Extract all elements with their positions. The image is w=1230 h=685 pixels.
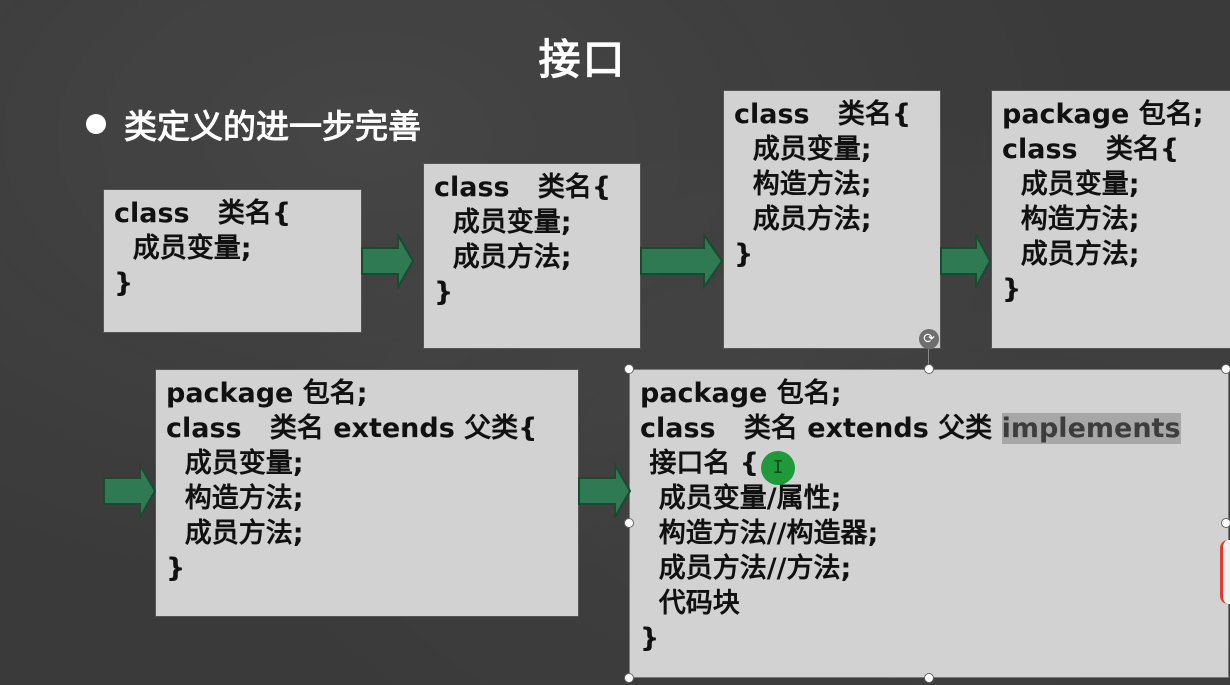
code-line: 构造方法; xyxy=(734,169,872,200)
class-box-5[interactable]: package 包名; class 类名 extends 父类{ 成员变量; 构… xyxy=(155,369,579,617)
class-box-1[interactable]: class 类名{ 成员变量; } xyxy=(103,189,362,333)
code-line: } xyxy=(434,277,454,308)
class-box-2[interactable]: class 类名{ 成员变量; 成员方法; } xyxy=(423,163,641,349)
code-line: } xyxy=(1002,274,1022,305)
code-line: } xyxy=(734,239,754,270)
code-line: 代码块 xyxy=(640,588,740,619)
code-line: class 类名 extends 父类 implements xyxy=(640,411,1218,446)
code-line: 成员变量; xyxy=(434,207,572,238)
code-line: 构造方法; xyxy=(1002,204,1140,235)
code-line: package 包名; xyxy=(1002,99,1204,130)
resize-handle-top-right[interactable] xyxy=(1221,364,1230,374)
code-line: 成员方法; xyxy=(166,518,304,549)
slide-title: 接口 xyxy=(538,35,627,84)
code-line: class 类名{ xyxy=(434,172,612,203)
text-cursor-icon: I xyxy=(761,451,795,485)
code-line: } xyxy=(640,623,660,654)
rotate-handle-icon[interactable]: ⟳ xyxy=(919,329,939,349)
arrow-right-icon xyxy=(640,233,724,289)
code-line: 成员方法; xyxy=(734,204,872,235)
code-line: class 类名{ xyxy=(734,99,912,130)
bullet-point: 类定义的进一步完善 xyxy=(86,100,421,148)
code-line: 成员方法//方法; xyxy=(640,553,852,584)
code-line: class 类名{ xyxy=(1002,134,1180,165)
resize-handle-middle-right[interactable] xyxy=(1221,518,1230,528)
code-line: class 类名{ xyxy=(114,198,292,229)
code-line-prefix: class 类名 extends 父类 xyxy=(640,413,1002,444)
code-line: package 包名; xyxy=(640,378,842,409)
arrow-right-icon xyxy=(940,234,992,288)
code-line: 成员方法; xyxy=(1002,239,1140,270)
class-box-4[interactable]: package 包名; class 类名{ 成员变量; 构造方法; 成员方法; … xyxy=(991,90,1230,349)
resize-handle-middle-left[interactable] xyxy=(624,518,634,528)
bullet-text: 类定义的进一步完善 xyxy=(124,107,421,146)
arrow-right-icon xyxy=(578,463,632,519)
arrow-right-icon xyxy=(103,463,157,519)
resize-handle-top-middle[interactable] xyxy=(924,364,934,374)
code-line: 成员变量; xyxy=(1002,169,1140,200)
implements-keyword[interactable]: implements xyxy=(1001,413,1181,444)
bullet-dot-icon xyxy=(86,114,106,134)
class-box-3[interactable]: class 类名{ 成员变量; 构造方法; 成员方法; } xyxy=(723,90,941,349)
code-line: } xyxy=(166,553,186,584)
code-line: package 包名; xyxy=(166,378,368,409)
arrow-right-icon xyxy=(361,233,415,289)
code-line: 成员变量; xyxy=(734,134,872,165)
code-line: 成员变量; xyxy=(114,233,252,264)
resize-handle-top-left[interactable] xyxy=(624,364,634,374)
code-line: 成员方法; xyxy=(434,242,572,273)
code-line: 构造方法//构造器; xyxy=(640,518,879,549)
code-line: 成员变量/属性; xyxy=(640,483,842,514)
code-line: class 类名 extends 父类{ xyxy=(166,413,538,444)
side-panel-tab[interactable] xyxy=(1220,540,1230,604)
code-line: } xyxy=(114,268,134,299)
interface-class-box[interactable]: package 包名; class 类名 extends 父类 implemen… xyxy=(630,370,1228,677)
resize-handle-bottom-left[interactable] xyxy=(624,673,634,683)
code-line: 构造方法; xyxy=(166,483,304,514)
code-line: 成员变量; xyxy=(166,448,304,479)
resize-handle-bottom-middle[interactable] xyxy=(924,673,934,683)
code-line: 接口名 { xyxy=(640,448,760,479)
